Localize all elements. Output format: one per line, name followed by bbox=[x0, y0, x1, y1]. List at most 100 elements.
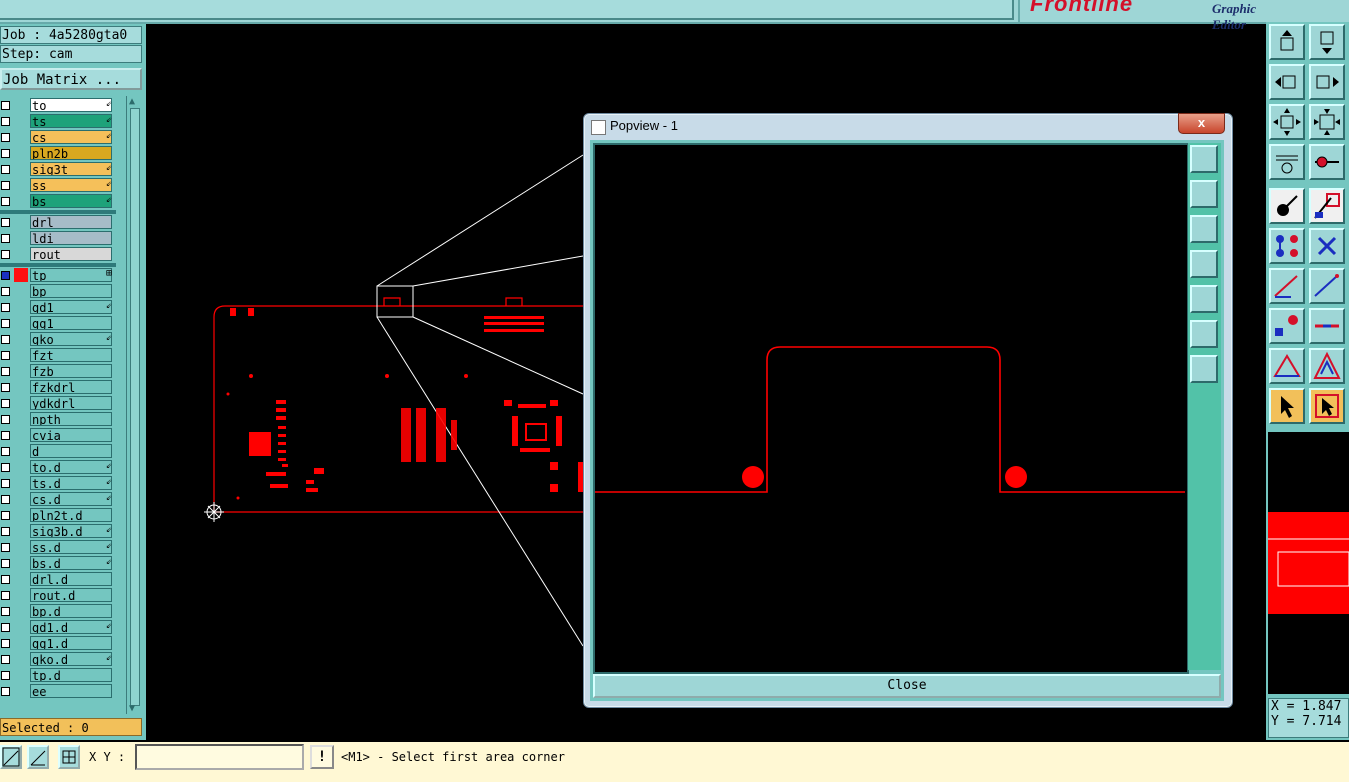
layer-checkbox[interactable] bbox=[1, 479, 10, 488]
layer-name[interactable]: fzt bbox=[30, 348, 112, 362]
layer-checkbox[interactable] bbox=[1, 591, 10, 600]
layer-checkbox[interactable] bbox=[1, 575, 10, 584]
layer-name[interactable]: pln2b bbox=[30, 146, 112, 160]
scrollbar-thumb[interactable] bbox=[130, 108, 140, 706]
layer-checkbox[interactable] bbox=[1, 495, 10, 504]
layer-row[interactable]: fzt bbox=[0, 348, 116, 363]
overview-panel[interactable] bbox=[1268, 432, 1349, 694]
layer-name[interactable]: drl.d bbox=[30, 572, 112, 586]
layer-name[interactable]: to bbox=[30, 98, 112, 112]
layer-name[interactable]: gko bbox=[30, 332, 112, 346]
layer-name[interactable]: sig3b.d bbox=[30, 524, 112, 538]
layer-checkbox[interactable] bbox=[1, 181, 10, 190]
layer-row[interactable]: ts.d ⇙ bbox=[0, 476, 116, 491]
pv-pan-down-icon[interactable] bbox=[1190, 215, 1218, 243]
pv-zoom-fit-icon[interactable] bbox=[1190, 145, 1218, 173]
layer-row[interactable]: pln2b bbox=[0, 146, 116, 161]
layer-name[interactable]: bp.d bbox=[30, 604, 112, 618]
layer-row[interactable]: ts ⇙ bbox=[0, 114, 116, 129]
popview-window[interactable]: Popview - 1 x Close bbox=[583, 113, 1233, 708]
layer-row[interactable]: drl bbox=[0, 215, 116, 230]
layer-checkbox[interactable] bbox=[1, 655, 10, 664]
layer-name[interactable]: ts.d bbox=[30, 476, 112, 490]
layer-name[interactable]: ldi bbox=[30, 231, 112, 245]
layer-name[interactable]: ss bbox=[30, 178, 112, 192]
layer-checkbox[interactable] bbox=[1, 671, 10, 680]
arc-icon[interactable] bbox=[1269, 348, 1305, 384]
layer-checkbox[interactable] bbox=[1, 639, 10, 648]
layer-checkbox[interactable] bbox=[1, 623, 10, 632]
tools-icon[interactable] bbox=[1269, 144, 1305, 180]
layer-row[interactable]: cs ⇙ bbox=[0, 130, 116, 145]
select-feature-icon[interactable] bbox=[1269, 188, 1305, 224]
line-cut-icon[interactable] bbox=[1309, 308, 1345, 344]
layer-row[interactable]: gd1.d ⇙ bbox=[0, 620, 116, 635]
layer-row[interactable]: tp ⊞ bbox=[0, 268, 116, 283]
layer-name[interactable]: rout.d bbox=[30, 588, 112, 602]
zoom-in-icon[interactable] bbox=[1269, 104, 1305, 140]
layer-name[interactable]: fzkdrl bbox=[30, 380, 112, 394]
layer-row[interactable]: bp.d bbox=[0, 604, 116, 619]
layer-checkbox[interactable] bbox=[1, 319, 10, 328]
window-close-button[interactable]: x bbox=[1178, 113, 1225, 134]
line-add-icon[interactable] bbox=[1269, 268, 1305, 304]
layer-name[interactable]: d bbox=[30, 444, 112, 458]
pad-add-icon[interactable] bbox=[1269, 308, 1305, 344]
layer-name[interactable]: tp.d bbox=[30, 668, 112, 682]
layer-row[interactable]: ss ⇙ bbox=[0, 178, 116, 193]
layer-checkbox[interactable] bbox=[1, 234, 10, 243]
layer-row[interactable]: gko.d ⇙ bbox=[0, 652, 116, 667]
pan-left-icon[interactable] bbox=[1269, 64, 1305, 100]
layer-name[interactable]: ydkdrl bbox=[30, 396, 112, 410]
pv-pan-up-icon[interactable] bbox=[1190, 180, 1218, 208]
layer-checkbox[interactable] bbox=[1, 527, 10, 536]
layer-row[interactable]: gko ⇙ bbox=[0, 332, 116, 347]
prompt-info-icon[interactable]: ! bbox=[310, 745, 334, 769]
layer-checkbox[interactable] bbox=[1, 101, 10, 110]
layer-checkbox[interactable] bbox=[1, 543, 10, 552]
layer-name[interactable]: bp bbox=[30, 284, 112, 298]
layer-checkbox[interactable] bbox=[1, 559, 10, 568]
layer-name[interactable]: ss.d bbox=[30, 540, 112, 554]
pan-down-icon[interactable] bbox=[1309, 24, 1345, 60]
layer-row[interactable]: to.d ⇙ bbox=[0, 460, 116, 475]
layer-name[interactable]: gd1 bbox=[30, 300, 112, 314]
layer-name[interactable]: gd1.d bbox=[30, 620, 112, 634]
layer-row[interactable]: sig3b.d ⇙ bbox=[0, 524, 116, 539]
layer-name[interactable]: gg1 bbox=[30, 316, 112, 330]
layer-checkbox[interactable] bbox=[1, 117, 10, 126]
layer-name[interactable]: bs bbox=[30, 194, 112, 208]
xy-input[interactable] bbox=[135, 744, 304, 770]
layer-checkbox[interactable] bbox=[1, 431, 10, 440]
layer-checkbox[interactable] bbox=[1, 287, 10, 296]
layer-checkbox[interactable] bbox=[1, 250, 10, 259]
layer-row[interactable]: ss.d ⇙ bbox=[0, 540, 116, 555]
popview-canvas[interactable] bbox=[593, 143, 1189, 674]
select-area-icon[interactable] bbox=[1309, 188, 1345, 224]
layer-name[interactable]: bs.d bbox=[30, 556, 112, 570]
layer-row[interactable]: ldi bbox=[0, 231, 116, 246]
layer-checkbox[interactable] bbox=[1, 133, 10, 142]
pv-pan-right-icon[interactable] bbox=[1190, 285, 1218, 313]
layer-name[interactable]: gg1.d bbox=[30, 636, 112, 650]
connect-icon[interactable] bbox=[1269, 228, 1305, 264]
popview-close-button[interactable]: Close bbox=[593, 674, 1221, 698]
layer-name[interactable]: ts bbox=[30, 114, 112, 128]
layer-name[interactable]: gko.d bbox=[30, 652, 112, 666]
layer-checkbox[interactable] bbox=[1, 447, 10, 456]
pointer-icon[interactable] bbox=[1269, 388, 1305, 424]
layer-checkbox[interactable] bbox=[1, 218, 10, 227]
layer-checkbox[interactable] bbox=[1, 383, 10, 392]
layer-row[interactable]: rout.d bbox=[0, 588, 116, 603]
layer-checkbox[interactable] bbox=[1, 149, 10, 158]
layer-name[interactable]: drl bbox=[30, 215, 112, 229]
polygon-icon[interactable] bbox=[1309, 348, 1345, 384]
layer-name[interactable]: cs.d bbox=[30, 492, 112, 506]
pv-zoom-in-icon[interactable] bbox=[1190, 320, 1218, 348]
layer-checkbox[interactable] bbox=[1, 303, 10, 312]
layer-row[interactable]: bs.d ⇙ bbox=[0, 556, 116, 571]
layer-name[interactable]: rout bbox=[30, 247, 112, 261]
layer-row[interactable]: gg1 bbox=[0, 316, 116, 331]
layer-row[interactable]: gd1 ⇙ bbox=[0, 300, 116, 315]
layer-row[interactable]: d bbox=[0, 444, 116, 459]
